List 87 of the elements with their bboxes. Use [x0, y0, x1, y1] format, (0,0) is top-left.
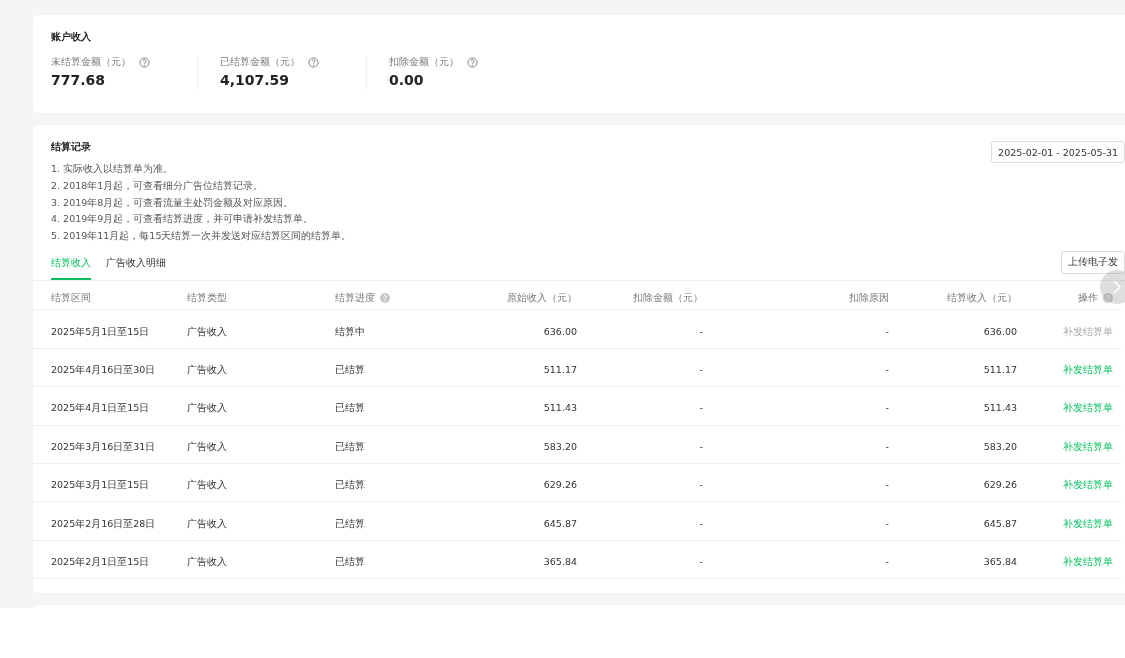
table-cell: 已结算 [335, 440, 365, 452]
reissue-link[interactable]: 补发结算单 [1063, 556, 1113, 567]
table-cell: 2025年2月16日至28日 [51, 517, 156, 529]
section-title: 结算记录 [51, 141, 92, 153]
note-text: 4. 2019年9月起，可查看结算进度，并可申请补发结算单。 [51, 212, 315, 227]
note-text: 1. 实际收入以结算单为准。 [51, 162, 175, 176]
stat-label: 已结算金额（元） [220, 56, 300, 68]
table-cell: 645.87 [983, 517, 1017, 529]
table-cell: - [699, 479, 703, 491]
reissue-link[interactable]: 补发结算单 [1063, 479, 1113, 491]
table-cell: - [699, 325, 703, 337]
table-cell: 广告收入 [187, 517, 227, 529]
date-range-field[interactable]: 2025-02-01 - 2025-05-31 [991, 141, 1125, 163]
table-cell: 645.87 [543, 517, 577, 529]
stat-value: 777.68 [51, 71, 107, 89]
table-cell: 广告收入 [187, 325, 227, 337]
stat-label: 扣除金额（元） [389, 56, 459, 68]
stat-label: 未结算金额（元） [51, 56, 131, 68]
table-cell: - [699, 440, 703, 452]
column-header: 结算进度 [335, 291, 375, 305]
table-cell: 已结算 [335, 556, 365, 567]
table-cell: 636.00 [983, 325, 1017, 337]
column-header: 扣除原因 [849, 291, 889, 305]
reissue-link[interactable]: 补发结算单 [1063, 517, 1113, 529]
table-cell: 结算中 [335, 325, 365, 337]
help-icon[interactable] [1103, 293, 1113, 304]
table-cell: - [699, 517, 703, 529]
stat-value: 4,107.59 [220, 71, 291, 89]
table-cell: 2025年4月1日至15日 [51, 402, 150, 414]
stat-value: 0.00 [389, 71, 425, 89]
table-cell: 广告收入 [187, 364, 227, 376]
chevron-right-icon [1112, 279, 1122, 295]
column-header: 结算区间 [51, 291, 91, 305]
note-text: 3. 2019年8月起，可查看流量主处罚金额及对应原因。 [51, 195, 295, 210]
tab[interactable]: 结算收入 [51, 250, 91, 280]
table-cell: 广告收入 [187, 556, 227, 567]
table-cell: 广告收入 [187, 402, 227, 414]
table-cell: 365.84 [543, 556, 577, 567]
section-title: 账户收入 [51, 31, 92, 43]
table-cell: - [885, 364, 889, 376]
table-cell: 511.17 [543, 364, 577, 376]
table-cell: 广告收入 [187, 479, 227, 491]
table-cell: - [885, 479, 889, 491]
table-cell: 2025年3月16日至31日 [51, 440, 156, 452]
help-icon[interactable] [308, 56, 319, 68]
table-cell: - [885, 402, 889, 414]
table-cell: 已结算 [335, 479, 365, 491]
table-cell: 2025年5月1日至15日 [51, 325, 150, 337]
table-cell: 已结算 [335, 402, 365, 414]
table-cell: 583.20 [983, 440, 1017, 452]
upload-button[interactable]: 上传电子发 [1061, 251, 1125, 274]
table-cell: - [885, 517, 889, 529]
note-text: 2. 2018年1月起，可查看细分广告位结算记录。 [51, 178, 265, 193]
table-cell: 511.43 [543, 402, 577, 414]
help-icon[interactable] [467, 56, 478, 68]
table-cell: 629.26 [983, 479, 1017, 491]
reissue-link[interactable]: 补发结算单 [1063, 402, 1113, 414]
table-cell: - [885, 556, 889, 567]
column-header: 结算收入（元） [947, 291, 1017, 305]
column-header: 原始收入（元） [507, 291, 577, 305]
table-cell: 广告收入 [187, 440, 227, 452]
table-cell: 已结算 [335, 364, 365, 376]
table-cell: - [885, 440, 889, 452]
reissue-link[interactable]: 补发结算单 [1063, 440, 1113, 452]
note-text: 5. 2019年11月起，每15天结算一次并发送对应结算区间的结算单。 [51, 229, 352, 244]
help-icon[interactable] [139, 56, 150, 68]
table-cell: - [699, 364, 703, 376]
scroll-next-button[interactable] [1100, 270, 1125, 304]
table-cell: - [699, 556, 703, 567]
table-cell: 636.00 [543, 325, 577, 337]
reissue-link[interactable]: 补发结算单 [1063, 364, 1113, 376]
table-cell: 365.84 [983, 556, 1017, 567]
help-icon[interactable] [380, 293, 390, 304]
table-cell: 2025年3月1日至15日 [51, 479, 150, 491]
table-cell: - [699, 402, 703, 414]
table-cell: 2025年4月16日至30日 [51, 364, 156, 376]
table-cell: 583.20 [543, 440, 577, 452]
tab[interactable]: 广告收入明细 [106, 250, 166, 280]
table-cell: 已结算 [335, 517, 365, 529]
table-cell: 2025年2月1日至15日 [51, 556, 150, 567]
table-cell: 629.26 [543, 479, 577, 491]
column-header: 结算类型 [187, 291, 227, 305]
table-cell: 511.43 [983, 402, 1017, 414]
table-cell: 511.17 [983, 364, 1017, 376]
column-header: 扣除金额（元） [633, 291, 703, 305]
column-header: 操作 [1078, 291, 1098, 305]
table-cell: - [885, 325, 889, 337]
